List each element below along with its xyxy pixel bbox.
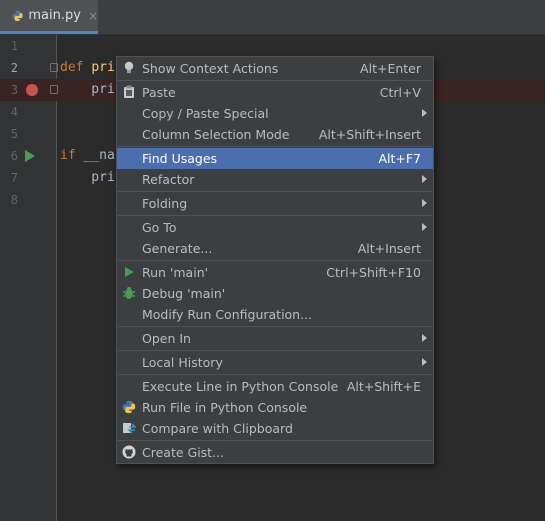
code-token: if [60, 148, 84, 163]
github-icon [122, 445, 136, 459]
code-text: if __na [60, 145, 115, 167]
menu-item-label: Run 'main' [142, 265, 209, 280]
submenu-arrow-icon [422, 223, 427, 231]
menu-item-shortcut: Alt+Shift+Insert [318, 127, 421, 142]
menu-item-shortcut: Ctrl+V [379, 85, 421, 100]
run-gutter-icon[interactable] [25, 150, 35, 162]
submenu-arrow-icon [422, 334, 427, 342]
menu-item-label: Find Usages [142, 151, 218, 166]
menu-item-shortcut: Alt+Insert [357, 241, 421, 256]
submenu-arrow-icon [422, 199, 427, 207]
submenu-arrow-icon [422, 358, 427, 366]
menu-item-compare-with-clipboard[interactable]: Compare with Clipboard [117, 418, 433, 439]
menu-item-label: Open In [142, 331, 191, 346]
menu-item-shortcut: Ctrl+Shift+F10 [326, 265, 421, 280]
clipboard-icon [122, 85, 136, 99]
menu-item-label: Debug 'main' [142, 286, 226, 301]
menu-item-label: Go To [142, 220, 177, 235]
menu-item-label: Folding [142, 196, 188, 211]
menu-item-execute-line-in-python-console[interactable]: Execute Line in Python Console Alt+Shift+… [117, 376, 433, 397]
menu-item-column-selection-mode[interactable]: Column Selection Mode Alt+Shift+Insert [117, 124, 433, 145]
menu-item-label: Compare with Clipboard [142, 421, 293, 436]
line-number: 1 [10, 39, 18, 53]
line-number: 8 [10, 193, 18, 207]
submenu-arrow-icon [422, 175, 427, 183]
menu-separator [118, 215, 432, 216]
menu-item-label: Execute Line in Python Console [142, 379, 339, 394]
menu-item-show-context-actions[interactable]: Show Context Actions Alt+Enter [117, 58, 433, 79]
code-text: def pri [60, 57, 115, 79]
line-number: 4 [10, 105, 18, 119]
menu-separator [118, 440, 432, 441]
close-icon[interactable]: × [88, 9, 98, 23]
debug-icon [122, 286, 136, 300]
tab-label: main.py [28, 8, 81, 23]
menu-item-local-history[interactable]: Local History [117, 352, 433, 373]
context-menu: Show Context Actions Alt+Enter Paste Ctrl+V… [116, 56, 434, 464]
menu-item-create-gist[interactable]: Create Gist... [117, 442, 433, 463]
menu-item-label: Local History [142, 355, 223, 370]
menu-item-run-main[interactable]: Run 'main' Ctrl+Shift+F10 [117, 262, 433, 283]
menu-item-go-to[interactable]: Go To [117, 217, 433, 238]
menu-separator [118, 146, 432, 147]
menu-item-modify-run-configuration[interactable]: Modify Run Configuration... [117, 304, 433, 325]
menu-item-refactor[interactable]: Refactor [117, 169, 433, 190]
tab-main-py[interactable]: main.py × [0, 0, 98, 34]
line-number: 7 [10, 171, 18, 185]
breakpoint-icon[interactable] [26, 84, 38, 96]
submenu-arrow-icon [422, 109, 427, 117]
menu-item-label: Show Context Actions [142, 61, 279, 76]
menu-item-run-file-in-python-console[interactable]: Run File in Python Console [117, 397, 433, 418]
menu-separator [118, 260, 432, 261]
menu-item-shortcut: Alt+F7 [378, 151, 421, 166]
line-number: 6 [10, 149, 18, 163]
code-token: pri [60, 82, 115, 97]
menu-item-generate[interactable]: Generate... Alt+Insert [117, 238, 433, 259]
line-number: 5 [10, 127, 18, 141]
menu-separator [118, 326, 432, 327]
python-icon [122, 400, 136, 414]
line-number: 3 [10, 83, 18, 97]
code-token: __na [83, 148, 115, 163]
menu-item-find-usages[interactable]: Find Usages Alt+F7 [117, 148, 433, 169]
run-icon [122, 265, 136, 279]
code-token: def [60, 60, 92, 75]
menu-item-copy-paste-special[interactable]: Copy / Paste Special [117, 103, 433, 124]
menu-item-shortcut: Alt+Enter [360, 61, 421, 76]
menu-item-label: Run File in Python Console [142, 400, 308, 415]
line-number: 2 [10, 61, 18, 75]
menu-item-label: Paste [142, 85, 176, 100]
menu-separator [118, 80, 432, 81]
code-token: pri [91, 60, 115, 75]
menu-item-label: Copy / Paste Special [142, 106, 269, 121]
code-token: pri [60, 170, 115, 185]
menu-item-label: Generate... [142, 241, 213, 256]
fold-marker-icon[interactable] [50, 63, 58, 72]
python-file-icon [12, 10, 23, 21]
compare-icon [122, 421, 136, 435]
code-text: pri [60, 79, 115, 101]
menu-separator [118, 191, 432, 192]
menu-item-shortcut: Alt+Shift+E [346, 379, 421, 394]
editor-tab-bar: main.py × [0, 0, 545, 35]
menu-item-label: Modify Run Configuration... [142, 307, 313, 322]
menu-separator [118, 350, 432, 351]
fold-marker-icon[interactable] [50, 85, 58, 94]
code-text: pri [60, 167, 115, 189]
menu-item-label: Refactor [142, 172, 195, 187]
menu-item-folding[interactable]: Folding [117, 193, 433, 214]
menu-item-paste[interactable]: Paste Ctrl+V [117, 82, 433, 103]
menu-item-label: Column Selection Mode [142, 127, 290, 142]
menu-item-open-in[interactable]: Open In [117, 328, 433, 349]
code-line[interactable]: 1 [0, 35, 545, 57]
menu-separator [118, 374, 432, 375]
menu-item-label: Create Gist... [142, 445, 225, 460]
menu-item-debug-main[interactable]: Debug 'main' [117, 283, 433, 304]
bulb-icon [122, 61, 136, 75]
